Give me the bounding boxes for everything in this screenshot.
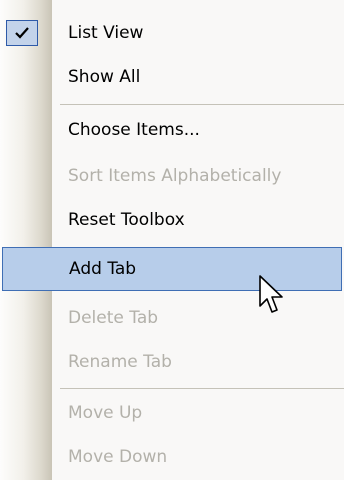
menu-item-label: Rename Tab xyxy=(68,352,172,372)
menu-item-show-all[interactable]: Show All xyxy=(0,55,344,99)
menu-separator xyxy=(60,104,344,105)
menu-item-label: List View xyxy=(68,23,144,43)
menu-item-label: Move Up xyxy=(68,403,143,423)
menu-item-label: Add Tab xyxy=(69,259,137,279)
menu-separator xyxy=(60,388,344,389)
menu-item-list-view[interactable]: List View xyxy=(0,11,344,55)
checkmark-box xyxy=(6,20,38,46)
menu-item-add-tab[interactable]: Add Tab xyxy=(2,247,342,291)
menu-item-label: Move Down xyxy=(68,447,168,467)
menu-item-label: Reset Toolbox xyxy=(68,210,185,230)
toolbox-context-menu: List View Show All Choose Items... Sort … xyxy=(0,0,344,480)
checkmark-icon xyxy=(15,27,29,39)
menu-item-label: Show All xyxy=(68,67,141,87)
menu-item-delete-tab[interactable]: Delete Tab xyxy=(0,296,344,340)
menu-item-label: Delete Tab xyxy=(68,308,159,328)
menu-item-move-down[interactable]: Move Down xyxy=(0,435,344,479)
menu-item-reset-toolbox[interactable]: Reset Toolbox xyxy=(0,198,344,242)
menu-item-choose-items[interactable]: Choose Items... xyxy=(0,108,344,152)
menu-item-move-up[interactable]: Move Up xyxy=(0,391,344,435)
menu-item-sort-items-alphabetically[interactable]: Sort Items Alphabetically xyxy=(0,154,344,198)
menu-item-label: Sort Items Alphabetically xyxy=(68,166,282,186)
menu-item-label: Choose Items... xyxy=(68,120,200,140)
menu-item-rename-tab[interactable]: Rename Tab xyxy=(0,340,344,384)
